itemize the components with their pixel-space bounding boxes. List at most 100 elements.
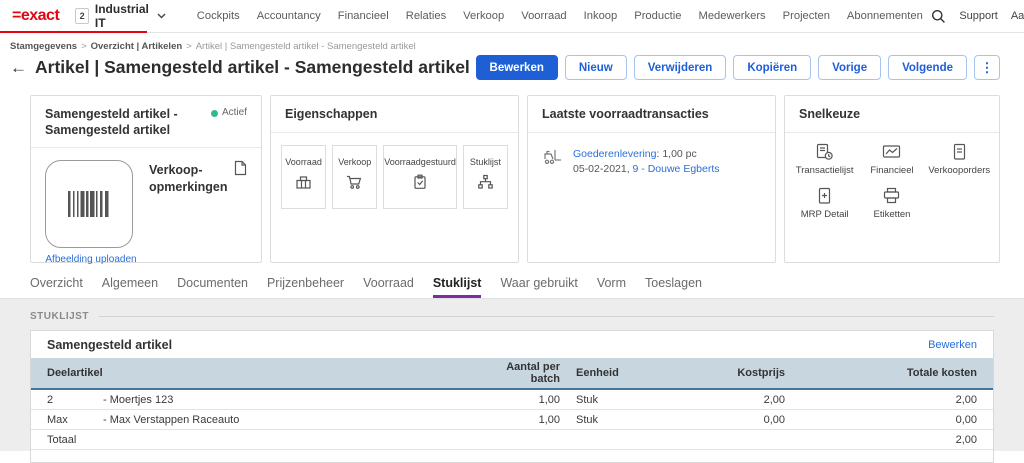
nav-item-verkoop[interactable]: Verkoop <box>455 10 513 22</box>
cell-description: - Moertjes 123 <box>95 389 468 410</box>
cell-total-label: Totaal <box>31 430 95 450</box>
breadcrumb-item: Artikel | Samengesteld artikel - Samenge… <box>196 41 416 52</box>
property-tile-label: Voorraad <box>285 157 322 167</box>
more-actions-button[interactable]: ⋮ <box>974 55 1000 80</box>
breadcrumb-item[interactable]: Stamgegevens <box>10 41 77 52</box>
property-tile-voorraad[interactable]: Voorraad <box>281 145 326 209</box>
document-icon[interactable] <box>234 160 247 176</box>
tab-vorm[interactable]: Vorm <box>597 276 626 298</box>
main-nav: CockpitsAccountancyFinancieelRelatiesVer… <box>188 10 931 22</box>
property-tiles: Voorraad Verkoop Voorraadgestuurd Stuklijst <box>271 133 518 221</box>
shortcut-transactielijst[interactable]: Transactielijst <box>791 143 858 176</box>
dropdown-aanmaken[interactable]: Aanmaken <box>1011 10 1024 22</box>
stock-transactions-card: Laatste voorraadtransacties Goederenleve… <box>527 95 776 263</box>
column-header: Deelartikel <box>31 358 468 389</box>
chart-icon <box>858 143 925 161</box>
topbar-right: Support AanmakenActiviteitenDocumenten T <box>931 9 1024 24</box>
back-arrow-icon[interactable]: ← <box>10 58 27 78</box>
shortcut-verkooporders[interactable]: Verkooporders <box>926 143 993 176</box>
page-title: Artikel | Samengesteld artikel - Samenge… <box>35 57 470 78</box>
nav-item-financieel[interactable]: Financieel <box>329 10 397 22</box>
tab-algemeen[interactable]: Algemeen <box>102 276 158 298</box>
nav-item-medewerkers[interactable]: Medewerkers <box>690 10 774 22</box>
account-link[interactable]: 9 - Douwe Egberts <box>633 163 720 175</box>
delivery-date: 05-02-2021, <box>573 163 633 175</box>
header-buttons: Bewerken Nieuw VerwijderenKopiëren Vorige Vo… <box>476 55 1000 80</box>
properties-card-title: Eigenschappen <box>285 107 377 123</box>
property-tile-stuklijst[interactable]: Stuklijst <box>463 145 508 209</box>
tab-overzicht[interactable]: Overzicht <box>30 276 83 298</box>
edit-bom-link[interactable]: Bewerken <box>928 339 977 351</box>
nav-item-abonnementen[interactable]: Abonnementen <box>838 10 931 22</box>
doc-lines-icon <box>926 143 993 161</box>
shortcut-mrp-detail[interactable]: MRP Detail <box>791 187 858 220</box>
status-dot-icon <box>211 110 218 117</box>
upload-image-link[interactable]: Afbeelding uploaden <box>45 254 137 265</box>
cell-code: 2 <box>31 389 95 410</box>
property-tile-verkoop[interactable]: Verkoop <box>332 145 377 209</box>
quick-select-title: Snelkeuze <box>799 107 860 123</box>
cell-description: - Max Verstappen Raceauto <box>95 410 468 430</box>
division-name: Industrial IT <box>95 2 151 30</box>
summary-cards: Samengesteld artikel - Samengesteld arti… <box>30 95 1000 263</box>
cell-empty <box>678 430 793 450</box>
nav-item-relaties[interactable]: Relaties <box>397 10 454 22</box>
cell-empty <box>468 430 568 450</box>
volgende-button[interactable]: Volgende <box>888 55 967 80</box>
vorige-button[interactable]: Vorige <box>818 55 881 80</box>
breadcrumb: Stamgegevens>Overzicht | Artikelen>Artik… <box>0 33 1024 52</box>
topbar: =exact 2 Industrial IT CockpitsAccountan… <box>0 0 1024 33</box>
tab-toeslagen[interactable]: Toeslagen <box>645 276 702 298</box>
hierarchy-icon <box>477 174 494 190</box>
item-image-barcode <box>45 160 133 248</box>
shortcut-label: Transactielijst <box>791 165 858 176</box>
item-card: Samengesteld artikel - Samengesteld arti… <box>30 95 262 263</box>
kopieren-button[interactable]: Kopiëren <box>733 55 811 80</box>
tab-voorraad[interactable]: Voorraad <box>363 276 414 298</box>
column-header: Aantal per batch <box>468 358 568 389</box>
nav-item-projecten[interactable]: Projecten <box>774 10 838 22</box>
column-header: Kostprijs <box>678 358 793 389</box>
breadcrumb-separator: > <box>186 41 192 52</box>
property-tile-label: Verkoop <box>338 157 371 167</box>
division-selector[interactable]: 2 Industrial IT <box>75 2 166 30</box>
cell-qty: 1,00 <box>468 389 568 410</box>
nav-item-inkoop[interactable]: Inkoop <box>575 10 626 22</box>
goods-delivery-link[interactable]: Goederenlevering <box>573 148 656 160</box>
sales-notes-label: Verkoop-opmerkingen <box>149 160 239 195</box>
nav-item-accountancy[interactable]: Accountancy <box>248 10 329 22</box>
item-card-title: Samengesteld artikel - Samengesteld arti… <box>45 107 203 138</box>
nieuw-button[interactable]: Nieuw <box>565 55 627 80</box>
shortcut-label: MRP Detail <box>791 209 858 220</box>
total-row: Totaal 2,00 <box>31 430 993 450</box>
nav-item-productie[interactable]: Productie <box>626 10 690 22</box>
stuklijst-table-card: Samengesteld artikel Bewerken Deelartike… <box>30 330 994 463</box>
shortcut-etiketten[interactable]: Etiketten <box>858 187 925 220</box>
bewerken-button[interactable]: Bewerken <box>476 55 558 80</box>
property-tile-voorraadgestuurd[interactable]: Voorraadgestuurd <box>383 145 457 209</box>
nav-item-cockpits[interactable]: Cockpits <box>188 10 248 22</box>
doc-plus-icon <box>791 187 858 205</box>
cell-qty: 1,00 <box>468 410 568 430</box>
support-link[interactable]: Support <box>959 10 998 22</box>
verwijderen-button[interactable]: Verwijderen <box>634 55 727 80</box>
tab-stuklijst[interactable]: Stuklijst <box>433 276 482 298</box>
detail-tabs: Overzicht Algemeen Documenten Prijzenbeheer… <box>30 276 1024 298</box>
breadcrumb-separator: > <box>81 41 87 52</box>
search-icon[interactable] <box>931 9 946 24</box>
shortcut-financieel[interactable]: Financieel <box>858 143 925 176</box>
page-header: ← Artikel | Samengesteld artikel - Samen… <box>0 52 1024 80</box>
tab-documenten[interactable]: Documenten <box>177 276 248 298</box>
nav-item-voorraad[interactable]: Voorraad <box>513 10 575 22</box>
tab-waar-gebruikt[interactable]: Waar gebruikt <box>500 276 577 298</box>
package-icon <box>295 174 312 190</box>
quick-select-shortcuts: TransactielijstFinancieelVerkooporders MR… <box>785 133 999 231</box>
chevron-down-icon <box>157 13 166 19</box>
cell-cost: 2,00 <box>678 389 793 410</box>
cell-grand-total: 2,00 <box>793 430 993 450</box>
breadcrumb-item[interactable]: Overzicht | Artikelen <box>91 41 183 52</box>
exact-logo: =exact <box>12 7 59 25</box>
property-tile-label: Stuklijst <box>470 157 501 167</box>
stuklijst-section: STUKLIJST Samengesteld artikel Bewerken … <box>0 298 1024 451</box>
tab-prijzenbeheer[interactable]: Prijzenbeheer <box>267 276 344 298</box>
